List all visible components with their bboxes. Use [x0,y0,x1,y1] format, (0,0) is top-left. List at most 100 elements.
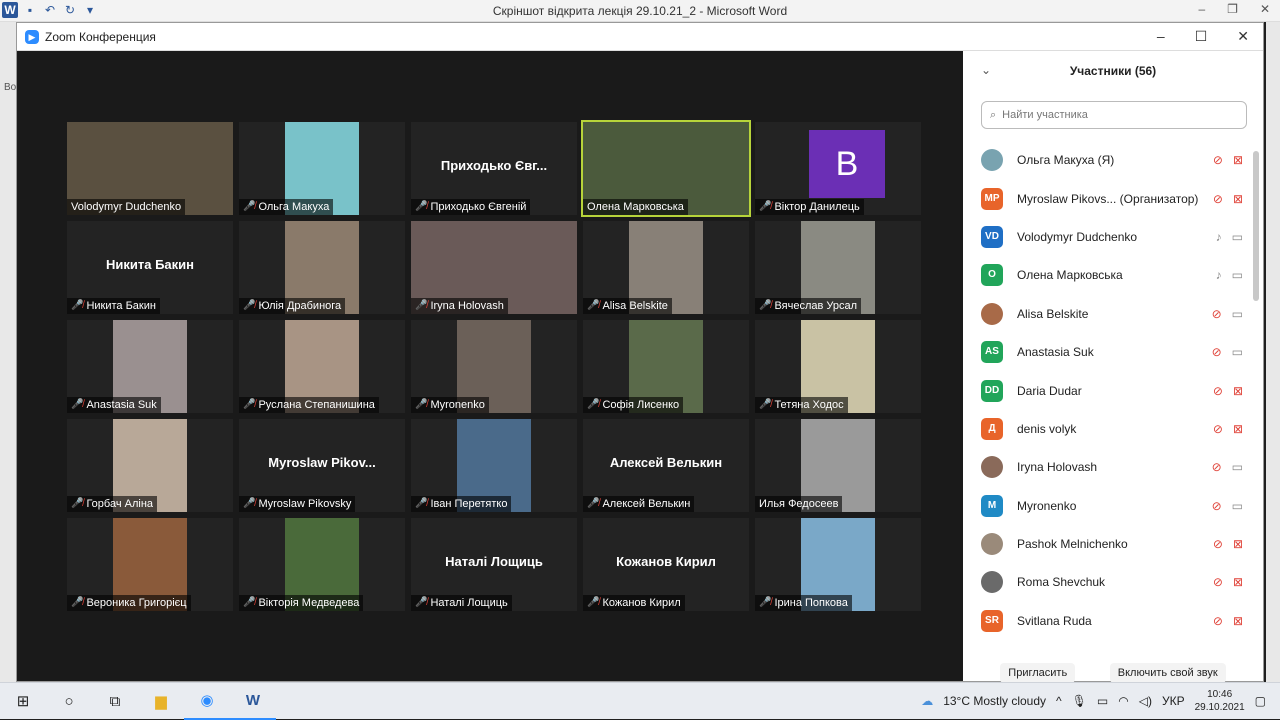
participant-row[interactable]: Pashok Melnichenko ⊘ ⊠ [963,525,1263,563]
word-window-controls: – ❐ ✕ [1198,2,1270,16]
participant-name: Myroslaw Pikovsky [258,498,352,510]
video-tile[interactable]: 🎤̸ Ірина Попкова [755,518,921,611]
network-icon[interactable]: ◠ [1118,694,1128,708]
video-off-icon: ⊠ [1232,383,1243,398]
zoom-window-controls: – ☐ ✕ [1157,28,1249,45]
participant-row[interactable]: M Myronenko ⊘ ▭ [963,487,1263,525]
participant-display-name: Алексей Велькин [609,455,723,470]
mic-icon: ♪ [1215,268,1222,283]
participant-status-icons: ⊘ ▭ [1212,499,1243,513]
video-tile[interactable]: 🎤̸ Юлія Драбинога [239,221,405,314]
mic-muted-icon: 🎤̸ [759,399,772,410]
video-tile[interactable]: Наталі Лощиць 🎤̸ Наталі Лощиць [411,518,577,611]
video-tile[interactable]: Кожанов Кирил 🎤̸ Кожанов Кирил [583,518,749,611]
video-tile[interactable]: B 🎤̸ Віктор Данилець [755,122,921,215]
video-tile[interactable]: 🎤̸ Ольга Макуха [239,122,405,215]
video-tile[interactable]: 🎤̸ Софія Лисенко [583,320,749,413]
video-tile[interactable]: 🎤̸ Вероника Григорієц [67,518,233,611]
battery-icon[interactable]: ▭ [1097,694,1108,708]
microphone-icon[interactable]: 🎙 [1072,694,1087,708]
video-tile[interactable]: 🎤̸ Anastasia Suk [67,320,233,413]
mic-muted-icon: ⊘ [1212,383,1223,398]
video-tile[interactable]: Олена Марковська [581,120,751,217]
video-tile[interactable]: Myroslaw Pikov... 🎤̸ Myroslaw Pikovsky [239,419,405,512]
mic-icon: ♪ [1215,229,1222,244]
search-icon[interactable]: ○ [46,683,92,720]
windows-start-icon[interactable]: ⊞ [0,683,46,720]
volume-icon[interactable]: ◁) [1139,694,1152,708]
mic-muted-icon: 🎤̸ [243,201,256,212]
mic-muted-icon: 🎤̸ [243,300,256,311]
participant-search-input[interactable]: ⌕ Найти участника [981,101,1247,129]
video-tile[interactable]: Илья Федосеев [755,419,921,512]
mic-muted-icon: 🎤̸ [587,399,600,410]
minimize-icon[interactable]: – [1198,2,1205,16]
participant-name-label: 🎤̸ Alisa Belskite [583,298,672,314]
language-indicator[interactable]: УКР [1162,694,1185,708]
participant-name-label: 🎤̸ Ольга Макуха [239,199,334,215]
participant-name: Кожанов Кирил [602,597,681,609]
participant-row[interactable]: Ольга Макуха (Я) ⊘ ⊠ [963,141,1263,179]
close-icon[interactable]: ✕ [1237,28,1249,45]
video-tile[interactable]: 🎤̸ Руслана Степанишина [239,320,405,413]
participant-name-label: 🎤̸ Iryna Holovash [411,298,508,314]
mic-muted-icon: 🎤̸ [71,597,84,608]
video-tile[interactable]: 🎤̸ Горбач Аліна [67,419,233,512]
invite-button[interactable]: Пригласить [1000,663,1076,683]
video-tile[interactable]: 🎤̸ Іван Перетятко [411,419,577,512]
participants-scrollbar[interactable] [1253,151,1259,301]
avatar: SR [981,609,1003,632]
participant-name: Iryna Holovash [430,300,504,312]
participant-name: Вячеслав Урсал [774,300,858,312]
chevron-up-icon[interactable]: ^ [1056,694,1062,708]
mic-muted-icon: 🎤̸ [71,300,84,311]
video-tile[interactable]: 🎤̸ Вікторія Медведева [239,518,405,611]
participant-row[interactable]: О Олена Марковська ♪ ▭ [963,256,1263,294]
participant-row[interactable]: SR Svitlana Ruda ⊘ ⊠ [963,602,1263,640]
restore-icon[interactable]: ❐ [1227,2,1238,16]
participant-row[interactable]: Дdenis volyk ⊘ ⊠ [963,410,1263,448]
participant-name: Вероника Григорієц [86,597,187,609]
avatar: DD [981,379,1003,402]
mic-muted-icon: ⊘ [1211,345,1222,360]
participant-name: Юлія Драбинога [258,300,342,312]
close-icon[interactable]: ✕ [1260,2,1270,16]
video-tile[interactable]: Никита Бакин 🎤̸ Никита Бакин [67,221,233,314]
avatar: О [981,264,1003,287]
zoom-app-icon[interactable]: ◉ [184,683,230,720]
video-tile[interactable]: Приходько Євг... 🎤̸ Приходько Євгеній [411,122,577,215]
participant-name-label: 🎤̸ Приходько Євгеній [411,199,531,215]
participant-row[interactable]: Alisa Belskite ⊘ ▭ [963,295,1263,333]
zoom-title-bar: ▶ Zoom Конференция – ☐ ✕ [17,23,1263,51]
maximize-icon[interactable]: ☐ [1195,28,1208,45]
video-tile[interactable]: Volodymyr Dudchenko [67,122,233,215]
avatar [981,533,1003,556]
participant-status-icons: ⊘ ⊠ [1213,614,1243,628]
participant-row[interactable]: Roma Shevchuk ⊘ ⊠ [963,563,1263,601]
unmute-myself-button[interactable]: Включить свой звук [1109,663,1226,683]
task-view-icon[interactable]: ⧉ [92,683,138,720]
participant-row[interactable]: AS Anastasia Suk ⊘ ▭ [963,333,1263,371]
video-tile[interactable]: 🎤̸ Вячеслав Урсал [755,221,921,314]
participant-status-icons: ⊘ ⊠ [1213,192,1243,206]
mic-muted-icon: ⊘ [1211,498,1222,513]
participant-row[interactable]: Iryna Holovash ⊘ ▭ [963,448,1263,486]
file-explorer-icon[interactable]: ▆ [138,683,184,720]
participant-name: Вікторія Медведева [258,597,360,609]
word-scrollbar[interactable] [1266,22,1280,682]
participant-row[interactable]: MP Myroslaw Pikovs... (Организатор) ⊘ ⊠ [963,179,1263,217]
notifications-icon[interactable]: ▢ [1255,694,1266,708]
video-tile[interactable]: Алексей Велькин 🎤̸ Алексей Велькин [583,419,749,512]
video-tile[interactable]: 🎤̸ Тетяна Ходос [755,320,921,413]
word-app-icon[interactable]: W [230,683,276,720]
participant-row[interactable]: VD Volodymyr Dudchenko ♪ ▭ [963,218,1263,256]
participant-status-icons: ♪ ▭ [1216,268,1243,282]
clock[interactable]: 10:46 29.10.2021 [1195,688,1245,714]
video-tile[interactable]: 🎤̸ Alisa Belskite [583,221,749,314]
mic-muted-icon: 🎤̸ [759,300,772,311]
weather-text[interactable]: 13°C Mostly cloudy [943,694,1046,708]
video-tile[interactable]: 🎤̸ Iryna Holovash [411,221,577,314]
participant-row[interactable]: DD Daria Dudar ⊘ ⊠ [963,371,1263,409]
minimize-icon[interactable]: – [1157,28,1165,45]
video-tile[interactable]: 🎤̸ Myronenko [411,320,577,413]
